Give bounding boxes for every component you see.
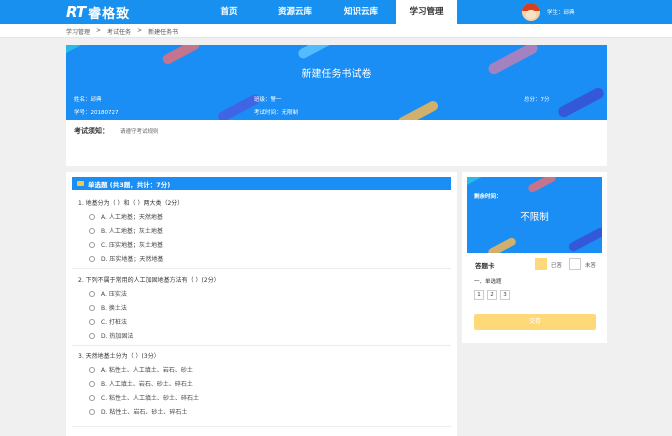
question-2: 2. 下列不属于常用的人工加固地基方法有（ ）(2分） xyxy=(78,277,220,284)
question-1-option-b[interactable]: B. 人工地基；灰土地基 xyxy=(89,226,163,235)
question-3: 3. 天然地基土分为（ ）(3分） xyxy=(78,353,160,360)
section-title: 单选题 (共3题，共计：7分) xyxy=(88,180,171,189)
notice-text: 请遵守考试规则 xyxy=(120,129,159,135)
radio-button[interactable] xyxy=(89,394,95,401)
nav-item-home[interactable]: 首页 xyxy=(210,0,248,24)
question-1-option-d[interactable]: D. 压实地基；天然地基 xyxy=(89,254,163,263)
radio-button[interactable] xyxy=(89,290,95,297)
nav-item-resource-library[interactable]: 资源云库 xyxy=(269,0,321,24)
section-header-single-choice: 单选题 (共3题，共计：7分) xyxy=(72,177,451,190)
answer-card-panel: 剩余时间： 不限制 答题卡 已答 未答 一、单选题 1 2 3 交卷 xyxy=(462,172,607,343)
student-name: 姓名：邱典 xyxy=(74,97,102,103)
unanswered-legend-label: 未答 xyxy=(585,263,597,269)
radio-button[interactable] xyxy=(89,304,95,311)
exam-notice: 考试须知： 请遵守考试规则 xyxy=(66,120,607,166)
total-score: 总分：7分 xyxy=(524,97,550,103)
question-1-option-c[interactable]: C. 压实地基；灰土地基 xyxy=(89,240,163,249)
breadcrumb-item-exam-tasks[interactable]: 考试任务 xyxy=(107,27,131,36)
answer-card-number-3[interactable]: 3 xyxy=(500,290,510,300)
question-3-option-d[interactable]: D. 粘性土、岩石、砂土、碎石土 xyxy=(89,407,187,416)
book-icon xyxy=(77,181,84,186)
answered-legend-swatch xyxy=(535,258,547,270)
class-name: 班级：警一 xyxy=(254,97,282,103)
submit-exam-button[interactable]: 交卷 xyxy=(474,314,596,330)
radio-button[interactable] xyxy=(89,227,95,234)
question-1-option-a[interactable]: A. 人工地基；天然地基 xyxy=(89,212,163,221)
logo[interactable]: RT 睿格致 xyxy=(66,3,131,22)
divider xyxy=(72,268,451,269)
radio-button[interactable] xyxy=(89,332,95,339)
questions-panel: 单选题 (共3题，共计：7分) 1. 地基分为（ ）和（ ）两大类（2分） A.… xyxy=(66,172,457,436)
radio-button[interactable] xyxy=(89,366,95,373)
timer-box: 剩余时间： 不限制 xyxy=(467,177,602,253)
student-id: 学号：20180727 xyxy=(74,110,119,116)
question-2-option-a[interactable]: A. 压实法 xyxy=(89,289,127,298)
breadcrumb-item-learning-management[interactable]: 学习管理 xyxy=(66,27,90,36)
radio-button[interactable] xyxy=(89,241,95,248)
radio-button[interactable] xyxy=(89,255,95,262)
nav-item-knowledge-library[interactable]: 知识云库 xyxy=(335,0,387,24)
exam-banner: 新建任务书试卷 姓名：邱典 学号：20180727 班级：警一 考试时间：无限制… xyxy=(66,45,607,120)
breadcrumb: 学习管理 > 考试任务 > 新建任务书 xyxy=(66,27,178,36)
user-label: 学生：邱典 xyxy=(547,10,575,16)
breadcrumb-item-current: 新建任务书 xyxy=(148,29,179,36)
breadcrumb-bar: 学习管理 > 考试任务 > 新建任务书 xyxy=(0,24,672,38)
avatar xyxy=(522,3,540,21)
timer-value: 不限制 xyxy=(520,212,549,223)
notice-label: 考试须知： xyxy=(74,127,109,135)
unanswered-legend-swatch xyxy=(569,258,581,270)
logo-name: 睿格致 xyxy=(88,6,131,22)
timer-label: 剩余时间： xyxy=(474,194,502,200)
radio-button[interactable] xyxy=(89,408,95,415)
answered-legend-label: 已答 xyxy=(551,263,563,269)
answer-card-title: 答题卡 xyxy=(475,262,495,270)
question-2-option-b[interactable]: B. 换土法 xyxy=(89,303,127,312)
logo-mark: RT xyxy=(66,3,86,21)
divider xyxy=(72,426,451,427)
user-menu[interactable]: 学生：邱典 xyxy=(522,2,575,22)
exam-time: 考试时间：无限制 xyxy=(254,110,299,116)
question-2-option-c[interactable]: C. 打桩法 xyxy=(89,317,127,326)
answer-card-number-1[interactable]: 1 xyxy=(474,290,484,300)
breadcrumb-separator: > xyxy=(96,27,102,34)
exam-title: 新建任务书试卷 xyxy=(301,69,372,80)
top-navbar: RT 睿格致 首页 资源云库 知识云库 学习管理 学生：邱典 xyxy=(0,0,672,24)
question-3-option-a[interactable]: A. 粘性土、人工填土、岩石、砂土 xyxy=(89,365,193,374)
radio-button[interactable] xyxy=(89,380,95,387)
breadcrumb-separator: > xyxy=(137,27,143,34)
answer-card-group-title: 一、单选题 xyxy=(474,279,502,285)
question-2-option-d[interactable]: D. 热加固法 xyxy=(89,331,133,340)
question-3-option-c[interactable]: C. 粘性土、人工填土、砂土、碎石土 xyxy=(89,393,199,402)
nav-item-learning-management[interactable]: 学习管理 xyxy=(396,0,457,24)
radio-button[interactable] xyxy=(89,213,95,220)
question-1: 1. 地基分为（ ）和（ ）两大类（2分） xyxy=(78,200,184,207)
answer-card-number-2[interactable]: 2 xyxy=(487,290,497,300)
divider xyxy=(72,345,451,346)
question-3-option-b[interactable]: B. 人工填土、岩石、砂土、碎石土 xyxy=(89,379,193,388)
radio-button[interactable] xyxy=(89,318,95,325)
